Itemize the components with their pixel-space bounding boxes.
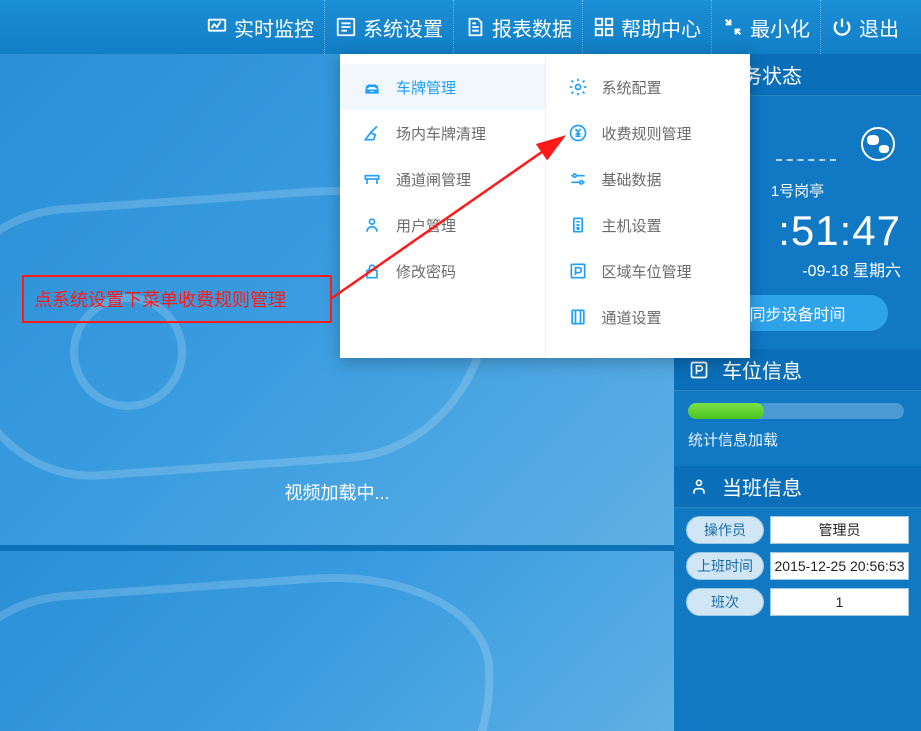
annotation-callout: 点系统设置下菜单收费规则管理 [22,275,332,323]
settings-dropdown: 车牌管理 场内车牌清理 通道闸管理 用户管理 修改密码 [340,54,750,358]
nav-label: 报表数据 [492,13,572,42]
menu-label: 基础数据 [602,169,662,190]
lock-icon [362,261,382,281]
menu-plate-management[interactable]: 车牌管理 [340,64,545,110]
duty-row-shift: 班次 1 [686,588,909,616]
duty-label: 班次 [686,588,764,616]
nav-help-center[interactable]: 帮助中心 [582,0,711,54]
parking-info-panel: 车位信息 统计信息加载 [674,349,921,458]
parking-progress-bar [688,403,764,419]
channel-icon [568,307,588,327]
grid-icon [593,16,615,38]
menu-label: 收费规则管理 [602,123,692,144]
nav-system-settings[interactable]: 系统设置 [324,0,453,54]
menu-label: 主机设置 [602,215,662,236]
nav-exit[interactable]: 退出 [820,0,909,54]
nav-label: 帮助中心 [621,13,701,42]
menu-plate-cleanup[interactable]: 场内车牌清理 [340,110,545,156]
power-icon [831,16,853,38]
panel-header-duty: 当班信息 [674,466,921,508]
nav-realtime-monitor[interactable]: 实时监控 [196,0,324,54]
duty-info-panel: 当班信息 操作员 管理员 上班时间 2015-12-25 20:56:53 班次… [674,466,921,616]
monitor-icon [206,16,228,38]
nav-label: 最小化 [750,13,810,42]
nav-report-data[interactable]: 报表数据 [453,0,582,54]
menu-label: 通道设置 [602,307,662,328]
broom-icon [362,123,382,143]
panel-title: 车位信息 [722,355,802,384]
menu-change-password[interactable]: 修改密码 [340,248,545,294]
host-icon [568,215,588,235]
panel-title: 当班信息 [722,472,802,501]
menu-user-management[interactable]: 用户管理 [340,202,545,248]
duty-label: 上班时间 [686,552,764,580]
duty-label: 操作员 [686,516,764,544]
nav-label: 实时监控 [234,13,314,42]
gate-icon [362,169,382,189]
menu-label: 场内车牌清理 [396,123,486,144]
minimize-icon [722,16,744,38]
parking-area-icon [568,261,588,281]
document-icon [464,16,486,38]
globe-icon [861,127,895,161]
menu-basic-data[interactable]: 基础数据 [546,156,751,202]
person-desk-icon [688,476,710,498]
menu-label: 通道闸管理 [396,169,471,190]
yen-circle-icon [568,123,588,143]
gear-icon [568,77,588,97]
menu-area-parking[interactable]: 区域车位管理 [546,248,751,294]
user-icon [362,215,382,235]
video-loading-text: 视频加载中... [284,479,389,505]
nav-label: 退出 [859,13,899,42]
menu-channel-settings[interactable]: 通道设置 [546,294,751,340]
annotation-text: 点系统设置下菜单收费规则管理 [34,286,286,312]
duty-value: 2015-12-25 20:56:53 [770,552,909,580]
menu-gate-management[interactable]: 通道闸管理 [340,156,545,202]
top-toolbar: 实时监控 系统设置 报表数据 帮助中心 最小化 退出 [0,0,921,54]
nav-label: 系统设置 [363,13,443,42]
dropdown-col-left: 车牌管理 场内车牌清理 通道闸管理 用户管理 修改密码 [340,54,546,358]
menu-label: 区域车位管理 [602,261,692,282]
duty-row-start-time: 上班时间 2015-12-25 20:56:53 [686,552,909,580]
menu-label: 车牌管理 [396,77,456,98]
car-icon [362,77,382,97]
settings-list-icon [335,16,357,38]
parking-progress [688,403,904,419]
nav-minimize[interactable]: 最小化 [711,0,820,54]
parking-stats-text: 统计信息加载 [688,429,907,450]
menu-system-config[interactable]: 系统配置 [546,64,751,110]
menu-fee-rules[interactable]: 收费规则管理 [546,110,751,156]
video-panel-bottom [0,551,674,731]
sliders-icon [568,169,588,189]
menu-label: 系统配置 [602,77,662,98]
dropdown-col-right: 系统配置 收费规则管理 基础数据 主机设置 区域车位管理 [546,54,751,358]
parking-icon [688,359,710,381]
duty-row-operator: 操作员 管理员 [686,516,909,544]
connection-line [776,159,836,161]
duty-value: 1 [770,588,909,616]
duty-value: 管理员 [770,516,909,544]
menu-label: 用户管理 [396,215,456,236]
menu-label: 修改密码 [396,261,456,282]
menu-host-settings[interactable]: 主机设置 [546,202,751,248]
